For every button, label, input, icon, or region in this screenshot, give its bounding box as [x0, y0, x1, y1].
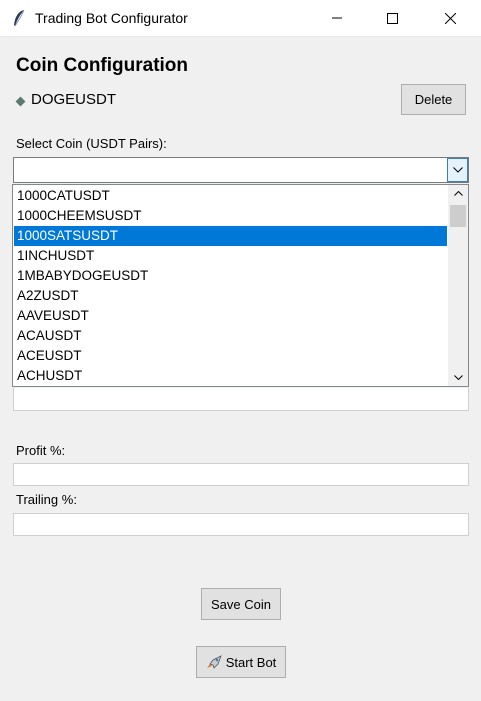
delete-button[interactable]: Delete [401, 84, 466, 115]
list-item[interactable]: ACAUSDT [14, 326, 447, 346]
close-button[interactable] [427, 0, 473, 36]
list-item[interactable]: A2ZUSDT [14, 286, 447, 306]
coin-listbox[interactable]: 1000CATUSDT 1000CHEEMSUSDT 1000SATSUSDT 1IN… [12, 184, 469, 387]
title-bar: Trading Bot Configurator [0, 0, 481, 37]
list-item[interactable]: 1000CATUSDT [14, 186, 447, 206]
profit-label: Profit %: [16, 443, 66, 458]
list-item[interactable]: AAVEUSDT [14, 306, 447, 326]
close-icon [444, 12, 456, 24]
minimize-icon [332, 17, 342, 19]
maximize-icon [386, 12, 398, 24]
window-title: Trading Bot Configurator [35, 10, 188, 26]
select-coin-label: Select Coin (USDT Pairs): [16, 136, 167, 151]
start-bot-label: Start Bot [225, 654, 277, 670]
trailing-label: Trailing %: [16, 492, 77, 507]
save-coin-button[interactable]: Save Coin [201, 588, 281, 620]
feather-icon [14, 9, 25, 27]
maximize-button[interactable] [369, 0, 415, 36]
trailing-field[interactable] [13, 513, 469, 536]
trailing-input[interactable] [14, 514, 468, 535]
start-bot-button[interactable]: Start Bot [196, 646, 286, 678]
minimize-button[interactable] [314, 0, 360, 36]
profit-field[interactable] [13, 463, 469, 486]
profit-input[interactable] [14, 464, 468, 485]
current-coin: DOGEUSDT [15, 91, 117, 108]
combobox-dropdown-button[interactable] [447, 158, 468, 182]
chevron-down-icon [452, 167, 463, 173]
scroll-thumb[interactable] [450, 205, 466, 227]
list-item[interactable]: 1MBABYDOGEUSDT [14, 266, 447, 286]
chevron-up-icon [453, 191, 463, 196]
page-title: Coin Configuration [16, 55, 189, 76]
coin-list: 1000CATUSDT 1000CHEEMSUSDT 1000SATSUSDT 1IN… [14, 186, 447, 386]
rocket-icon [206, 655, 222, 669]
coin-combobox[interactable] [13, 157, 469, 183]
list-item[interactable]: 1000CHEEMSUSDT [14, 206, 447, 226]
list-item[interactable]: 1000SATSUSDT [14, 226, 447, 246]
listbox-scrollbar[interactable] [448, 185, 468, 386]
list-item[interactable]: ACHUSDT [14, 366, 447, 386]
coin-entry-input[interactable] [14, 388, 468, 410]
list-item[interactable]: ACEUSDT [14, 346, 447, 366]
current-coin-label: DOGEUSDT [31, 91, 117, 108]
scroll-down-button[interactable] [448, 369, 468, 386]
coin-entry[interactable] [13, 388, 469, 411]
diamond-icon [15, 96, 26, 106]
list-item[interactable]: 1INCHUSDT [14, 246, 447, 266]
scroll-up-button[interactable] [448, 185, 468, 202]
main-panel: Coin Configuration DOGEUSDT Delete Selec… [0, 37, 481, 701]
chevron-down-icon [453, 375, 463, 380]
